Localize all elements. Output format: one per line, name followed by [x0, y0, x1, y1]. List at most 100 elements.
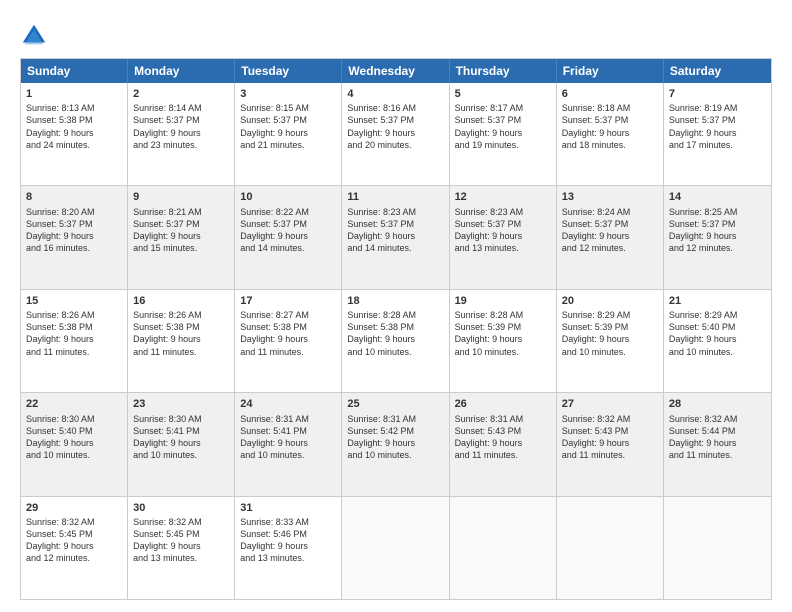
cell-info: Sunrise: 8:32 AMSunset: 5:44 PMDaylight:… — [669, 413, 766, 462]
day-cell-28: 28 Sunrise: 8:32 AMSunset: 5:44 PMDayligh… — [664, 393, 771, 495]
day-number: 16 — [133, 294, 229, 308]
day-number: 18 — [347, 294, 443, 308]
calendar-row-1: 8 Sunrise: 8:20 AMSunset: 5:37 PMDaylight… — [21, 186, 771, 289]
cell-info: Sunrise: 8:32 AMSunset: 5:45 PMDaylight:… — [26, 516, 122, 565]
day-cell-19: 19Sunrise: 8:28 AMSunset: 5:39 PMDayligh… — [450, 290, 557, 392]
day-cell-25: 25 Sunrise: 8:31 AMSunset: 5:42 PMDayligh… — [342, 393, 449, 495]
cell-info: Sunrise: 8:29 AMSunset: 5:39 PMDaylight:… — [562, 309, 658, 358]
day-number: 25 — [347, 397, 443, 411]
day-number: 26 — [455, 397, 551, 411]
cell-info: Sunrise: 8:32 AMSunset: 5:43 PMDaylight:… — [562, 413, 658, 462]
cell-info: Sunrise: 8:26 AMSunset: 5:38 PMDaylight:… — [26, 309, 122, 358]
cell-info: Sunrise: 8:17 AMSunset: 5:37 PMDaylight:… — [455, 102, 551, 151]
day-cell-5: 5Sunrise: 8:17 AMSunset: 5:37 PMDaylight… — [450, 83, 557, 185]
day-cell-27: 27 Sunrise: 8:32 AMSunset: 5:43 PMDayligh… — [557, 393, 664, 495]
cell-info: Sunrise: 8:18 AMSunset: 5:37 PMDaylight:… — [562, 102, 658, 151]
day-cell-26: 26 Sunrise: 8:31 AMSunset: 5:43 PMDayligh… — [450, 393, 557, 495]
cell-info: Sunrise: 8:19 AMSunset: 5:37 PMDaylight:… — [669, 102, 766, 151]
day-cell-13: 13Sunrise: 8:24 AMSunset: 5:37 PMDayligh… — [557, 186, 664, 288]
cell-info: Sunrise: 8:28 AMSunset: 5:39 PMDaylight:… — [455, 309, 551, 358]
empty-cell — [450, 497, 557, 599]
day-number: 10 — [240, 190, 336, 204]
cell-info: Sunrise: 8:15 AMSunset: 5:37 PMDaylight:… — [240, 102, 336, 151]
day-number: 29 — [26, 501, 122, 515]
day-cell-16: 16Sunrise: 8:26 AMSunset: 5:38 PMDayligh… — [128, 290, 235, 392]
cell-info: Sunrise: 8:31 AMSunset: 5:43 PMDaylight:… — [455, 413, 551, 462]
day-cell-1: 1Sunrise: 8:13 AMSunset: 5:38 PMDaylight… — [21, 83, 128, 185]
calendar-row-0: 1Sunrise: 8:13 AMSunset: 5:38 PMDaylight… — [21, 83, 771, 186]
header-day-thursday: Thursday — [450, 59, 557, 83]
day-number: 3 — [240, 87, 336, 101]
cell-info: Sunrise: 8:20 AMSunset: 5:37 PMDaylight:… — [26, 206, 122, 255]
day-number: 17 — [240, 294, 336, 308]
cell-info: Sunrise: 8:24 AMSunset: 5:37 PMDaylight:… — [562, 206, 658, 255]
cell-info: Sunrise: 8:30 AMSunset: 5:41 PMDaylight:… — [133, 413, 229, 462]
logo-icon — [20, 22, 48, 50]
header — [20, 18, 772, 50]
empty-cell — [664, 497, 771, 599]
day-cell-29: 29Sunrise: 8:32 AMSunset: 5:45 PMDayligh… — [21, 497, 128, 599]
day-number: 7 — [669, 87, 766, 101]
day-number: 15 — [26, 294, 122, 308]
day-cell-9: 9 Sunrise: 8:21 AMSunset: 5:37 PMDaylight… — [128, 186, 235, 288]
day-number: 4 — [347, 87, 443, 101]
cell-info: Sunrise: 8:27 AMSunset: 5:38 PMDaylight:… — [240, 309, 336, 358]
day-number: 22 — [26, 397, 122, 411]
day-cell-4: 4Sunrise: 8:16 AMSunset: 5:37 PMDaylight… — [342, 83, 449, 185]
calendar: SundayMondayTuesdayWednesdayThursdayFrid… — [20, 58, 772, 600]
calendar-row-4: 29Sunrise: 8:32 AMSunset: 5:45 PMDayligh… — [21, 497, 771, 599]
day-cell-18: 18Sunrise: 8:28 AMSunset: 5:38 PMDayligh… — [342, 290, 449, 392]
cell-info: Sunrise: 8:23 AMSunset: 5:37 PMDaylight:… — [455, 206, 551, 255]
cell-info: Sunrise: 8:32 AMSunset: 5:45 PMDaylight:… — [133, 516, 229, 565]
day-number: 9 — [133, 190, 229, 204]
day-number: 24 — [240, 397, 336, 411]
day-number: 28 — [669, 397, 766, 411]
cell-info: Sunrise: 8:31 AMSunset: 5:42 PMDaylight:… — [347, 413, 443, 462]
day-number: 1 — [26, 87, 122, 101]
logo — [20, 22, 52, 50]
day-cell-6: 6Sunrise: 8:18 AMSunset: 5:37 PMDaylight… — [557, 83, 664, 185]
day-number: 5 — [455, 87, 551, 101]
day-cell-20: 20Sunrise: 8:29 AMSunset: 5:39 PMDayligh… — [557, 290, 664, 392]
day-number: 12 — [455, 190, 551, 204]
day-cell-31: 31Sunrise: 8:33 AMSunset: 5:46 PMDayligh… — [235, 497, 342, 599]
day-number: 6 — [562, 87, 658, 101]
cell-info: Sunrise: 8:31 AMSunset: 5:41 PMDaylight:… — [240, 413, 336, 462]
cell-info: Sunrise: 8:33 AMSunset: 5:46 PMDaylight:… — [240, 516, 336, 565]
day-cell-17: 17Sunrise: 8:27 AMSunset: 5:38 PMDayligh… — [235, 290, 342, 392]
header-day-tuesday: Tuesday — [235, 59, 342, 83]
day-cell-24: 24 Sunrise: 8:31 AMSunset: 5:41 PMDayligh… — [235, 393, 342, 495]
cell-info: Sunrise: 8:13 AMSunset: 5:38 PMDaylight:… — [26, 102, 122, 151]
day-cell-10: 10 Sunrise: 8:22 AMSunset: 5:37 PMDayligh… — [235, 186, 342, 288]
day-number: 27 — [562, 397, 658, 411]
day-cell-30: 30Sunrise: 8:32 AMSunset: 5:45 PMDayligh… — [128, 497, 235, 599]
day-number: 23 — [133, 397, 229, 411]
cell-info: Sunrise: 8:21 AMSunset: 5:37 PMDaylight:… — [133, 206, 229, 255]
day-cell-11: 11Sunrise: 8:23 AMSunset: 5:37 PMDayligh… — [342, 186, 449, 288]
day-number: 8 — [26, 190, 122, 204]
cell-info: Sunrise: 8:28 AMSunset: 5:38 PMDaylight:… — [347, 309, 443, 358]
day-cell-3: 3Sunrise: 8:15 AMSunset: 5:37 PMDaylight… — [235, 83, 342, 185]
day-number: 19 — [455, 294, 551, 308]
day-cell-21: 21Sunrise: 8:29 AMSunset: 5:40 PMDayligh… — [664, 290, 771, 392]
cell-info: Sunrise: 8:29 AMSunset: 5:40 PMDaylight:… — [669, 309, 766, 358]
calendar-row-3: 22 Sunrise: 8:30 AMSunset: 5:40 PMDayligh… — [21, 393, 771, 496]
day-cell-22: 22 Sunrise: 8:30 AMSunset: 5:40 PMDayligh… — [21, 393, 128, 495]
day-cell-12: 12 Sunrise: 8:23 AMSunset: 5:37 PMDayligh… — [450, 186, 557, 288]
cell-info: Sunrise: 8:22 AMSunset: 5:37 PMDaylight:… — [240, 206, 336, 255]
day-number: 20 — [562, 294, 658, 308]
cell-info: Sunrise: 8:26 AMSunset: 5:38 PMDaylight:… — [133, 309, 229, 358]
cell-info: Sunrise: 8:23 AMSunset: 5:37 PMDaylight:… — [347, 206, 443, 255]
header-day-sunday: Sunday — [21, 59, 128, 83]
day-cell-8: 8 Sunrise: 8:20 AMSunset: 5:37 PMDaylight… — [21, 186, 128, 288]
day-cell-23: 23 Sunrise: 8:30 AMSunset: 5:41 PMDayligh… — [128, 393, 235, 495]
empty-cell — [342, 497, 449, 599]
header-day-saturday: Saturday — [664, 59, 771, 83]
cell-info: Sunrise: 8:25 AMSunset: 5:37 PMDaylight:… — [669, 206, 766, 255]
calendar-header: SundayMondayTuesdayWednesdayThursdayFrid… — [21, 59, 771, 83]
cell-info: Sunrise: 8:14 AMSunset: 5:37 PMDaylight:… — [133, 102, 229, 151]
cell-info: Sunrise: 8:16 AMSunset: 5:37 PMDaylight:… — [347, 102, 443, 151]
cell-info: Sunrise: 8:30 AMSunset: 5:40 PMDaylight:… — [26, 413, 122, 462]
calendar-row-2: 15Sunrise: 8:26 AMSunset: 5:38 PMDayligh… — [21, 290, 771, 393]
day-cell-15: 15Sunrise: 8:26 AMSunset: 5:38 PMDayligh… — [21, 290, 128, 392]
